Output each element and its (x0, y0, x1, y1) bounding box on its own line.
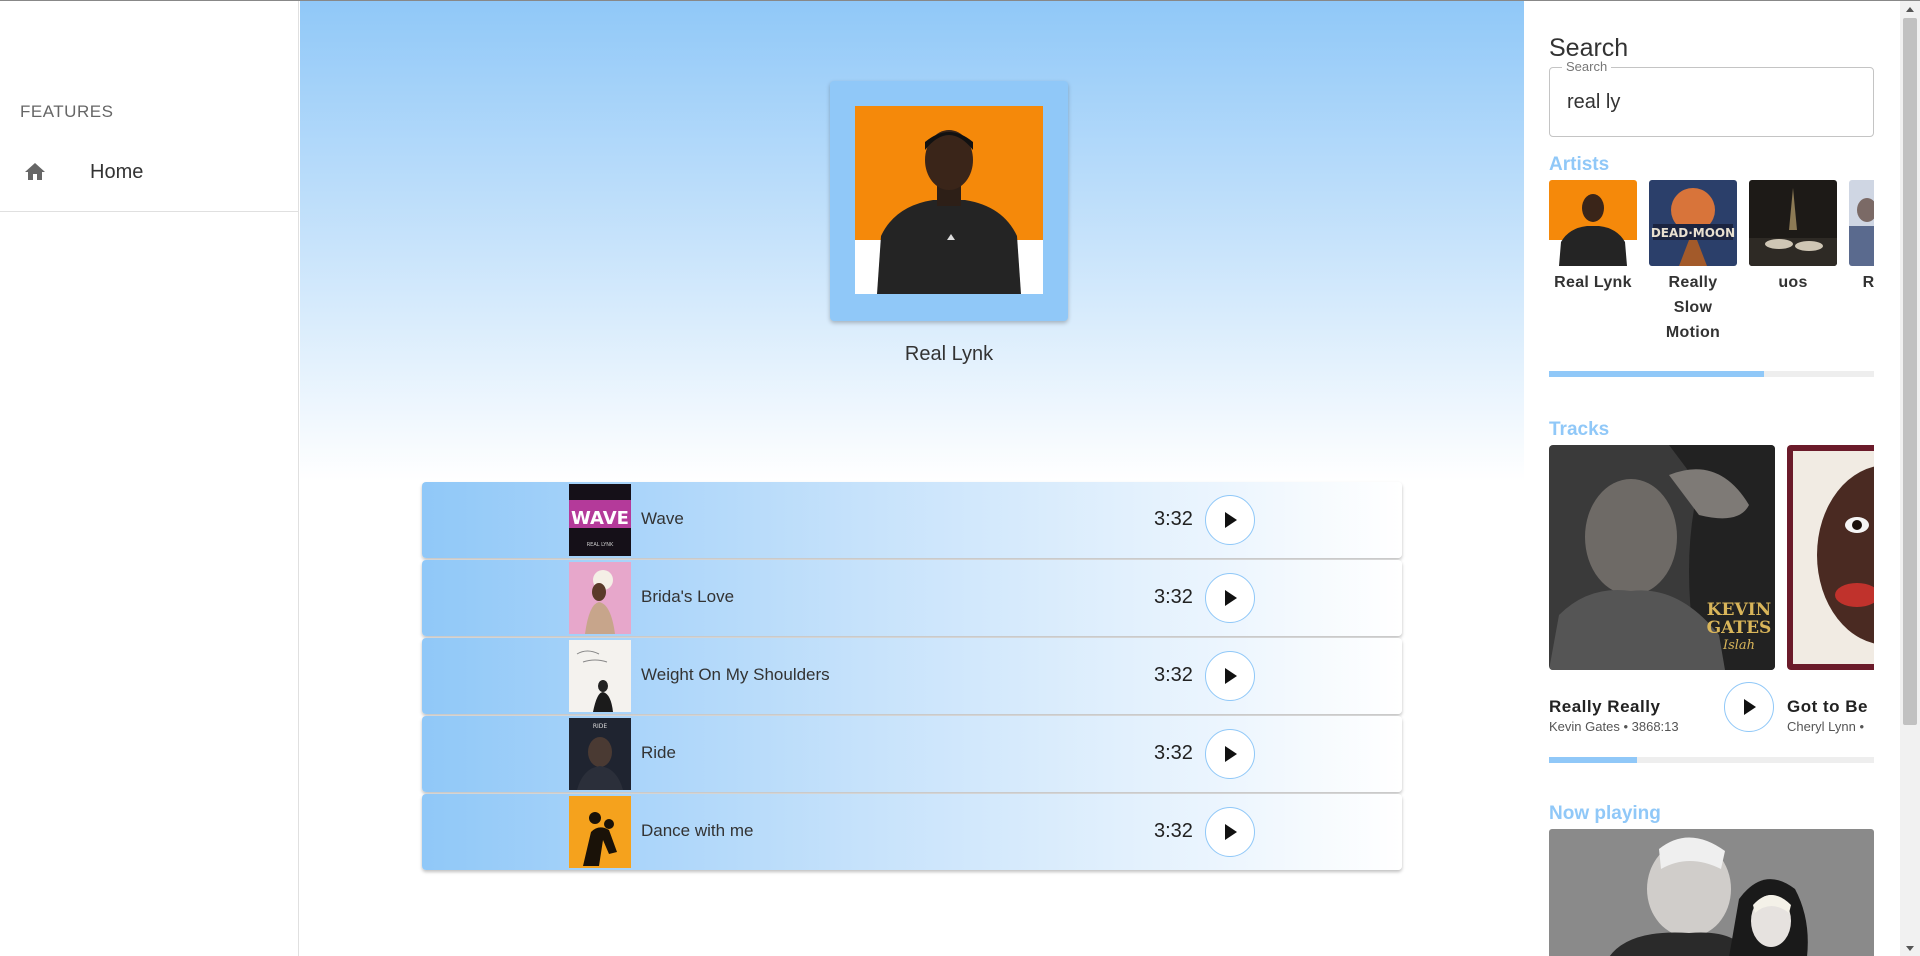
home-icon (25, 163, 45, 180)
track-duration: 3:32 (1154, 508, 1193, 530)
search-field[interactable]: Search (1549, 59, 1874, 137)
play-icon (1744, 699, 1756, 715)
track-title: Wave (641, 509, 684, 528)
svg-text:Islah: Islah (1722, 638, 1755, 653)
artists-carousel: Real Lynk DEAD·MOON Really Slow Motion u… (1549, 180, 1874, 360)
svg-text:WAVE: WAVE (571, 508, 629, 529)
search-field-label: Search (1562, 59, 1612, 74)
play-button[interactable] (1724, 682, 1774, 732)
sidebar-item-home[interactable]: Home (0, 149, 299, 195)
track-title: Brida's Love (641, 587, 735, 606)
track-cover: RIDE (569, 718, 631, 790)
track-result-cover[interactable] (1787, 445, 1874, 670)
track-result-title: Got to Be (1787, 697, 1868, 716)
tracks-heading: Tracks (1549, 419, 1610, 440)
search-input[interactable] (1567, 91, 1857, 114)
track-title: Dance with me (641, 821, 754, 840)
artist-photo (855, 106, 1043, 294)
track-list: WAVE REAL LYNK Wave 3:32 Brida's Love 3:… (422, 482, 1402, 872)
page-scrollbar-thumb[interactable] (1903, 18, 1917, 725)
play-button[interactable] (1205, 651, 1255, 701)
artist-result[interactable]: DEAD·MOON Really Slow Motion (1649, 180, 1737, 345)
play-icon (1225, 668, 1237, 684)
artists-heading: Artists (1549, 154, 1610, 175)
sidebar-item-label: Home (90, 161, 144, 183)
track-result-title: Really Really (1549, 697, 1661, 716)
svg-text:KEVIN: KEVIN (1707, 600, 1771, 620)
artist-result-name: uos (1778, 274, 1808, 291)
play-button[interactable] (1205, 495, 1255, 545)
play-icon (1225, 512, 1237, 528)
play-button[interactable] (1205, 729, 1255, 779)
play-icon (1225, 746, 1237, 762)
track-result-meta: Kevin Gates • 3868:13 (1549, 719, 1679, 734)
track-cover (569, 640, 631, 712)
track-row[interactable]: WAVE REAL LYNK Wave 3:32 (422, 482, 1402, 558)
track-duration: 3:32 (1154, 664, 1193, 686)
artist-thumbnail (1749, 180, 1837, 266)
artist-result[interactable]: uos (1749, 180, 1837, 295)
sidebar-section-label: FEATURES (20, 102, 114, 121)
svg-text:DEAD·MOON: DEAD·MOON (1651, 226, 1735, 240)
track-title: Ride (641, 743, 676, 762)
tracks-carousel: KEVIN GATES Islah Really Really Kevin Ga… (1549, 445, 1874, 745)
svg-text:GATES: GATES (1707, 618, 1772, 638)
artist-thumbnail (1549, 180, 1637, 266)
artists-scrollbar[interactable] (1549, 371, 1874, 377)
artist-result-name: Real Re (1862, 274, 1874, 291)
artists-scrollbar-thumb[interactable] (1549, 371, 1764, 377)
track-cover (569, 562, 631, 634)
scroll-up-icon[interactable] (1906, 7, 1914, 12)
track-result-cover[interactable]: KEVIN GATES Islah (1549, 445, 1775, 670)
track-cover (569, 796, 631, 868)
artist-page: Real Lynk WAVE REAL LYNK Wave 3:32 Brida… (300, 1, 1524, 956)
svg-text:RIDE: RIDE (593, 723, 608, 730)
artist-result[interactable]: Real Lynk (1549, 180, 1637, 295)
artist-result-name: Really Slow Motion (1665, 274, 1721, 341)
artist-cover-card (830, 81, 1068, 321)
track-row[interactable]: Dance with me 3:32 (422, 794, 1402, 870)
scroll-down-icon[interactable] (1906, 946, 1914, 951)
artist-result[interactable]: Real Re (1849, 180, 1874, 295)
artist-thumbnail: DEAD·MOON (1649, 180, 1737, 266)
sidebar-divider (0, 211, 299, 212)
play-icon (1225, 590, 1237, 606)
now-playing-heading: Now playing (1549, 803, 1661, 824)
track-title: Weight On My Shoulders (641, 665, 830, 684)
now-playing-cover[interactable] (1549, 829, 1874, 956)
search-panel: Search Search Artists Real Lynk (1525, 1, 1900, 956)
play-button[interactable] (1205, 807, 1255, 857)
track-result-meta: Cheryl Lynn • (1787, 719, 1864, 734)
tracks-scrollbar-thumb[interactable] (1549, 757, 1637, 763)
page-scrollbar[interactable] (1900, 1, 1920, 956)
play-button[interactable] (1205, 573, 1255, 623)
track-duration: 3:32 (1154, 586, 1193, 608)
track-row[interactable]: Weight On My Shoulders 3:32 (422, 638, 1402, 714)
track-duration: 3:32 (1154, 820, 1193, 842)
track-result-duration: 3868:13 (1631, 719, 1679, 734)
sidebar: FEATURES Home (0, 1, 299, 956)
track-row[interactable]: Brida's Love 3:32 (422, 560, 1402, 636)
track-duration: 3:32 (1154, 742, 1193, 764)
artist-result-name: Real Lynk (1554, 274, 1632, 291)
artist-thumbnail (1849, 180, 1874, 266)
artist-name: Real Lynk (904, 343, 994, 365)
track-row[interactable]: RIDE Ride 3:32 (422, 716, 1402, 792)
app-root: FEATURES Home Real Lynk WAVE REAL LYNK W… (0, 0, 1920, 956)
track-result-artist: Cheryl Lynn (1787, 719, 1856, 734)
tracks-scrollbar[interactable] (1549, 757, 1874, 763)
svg-text:REAL LYNK: REAL LYNK (587, 542, 614, 548)
separator-dot: • (1859, 719, 1865, 734)
play-icon (1225, 824, 1237, 840)
track-result-artist: Kevin Gates (1549, 719, 1620, 734)
track-cover: WAVE REAL LYNK (569, 484, 631, 556)
separator-dot: • (1623, 719, 1632, 734)
